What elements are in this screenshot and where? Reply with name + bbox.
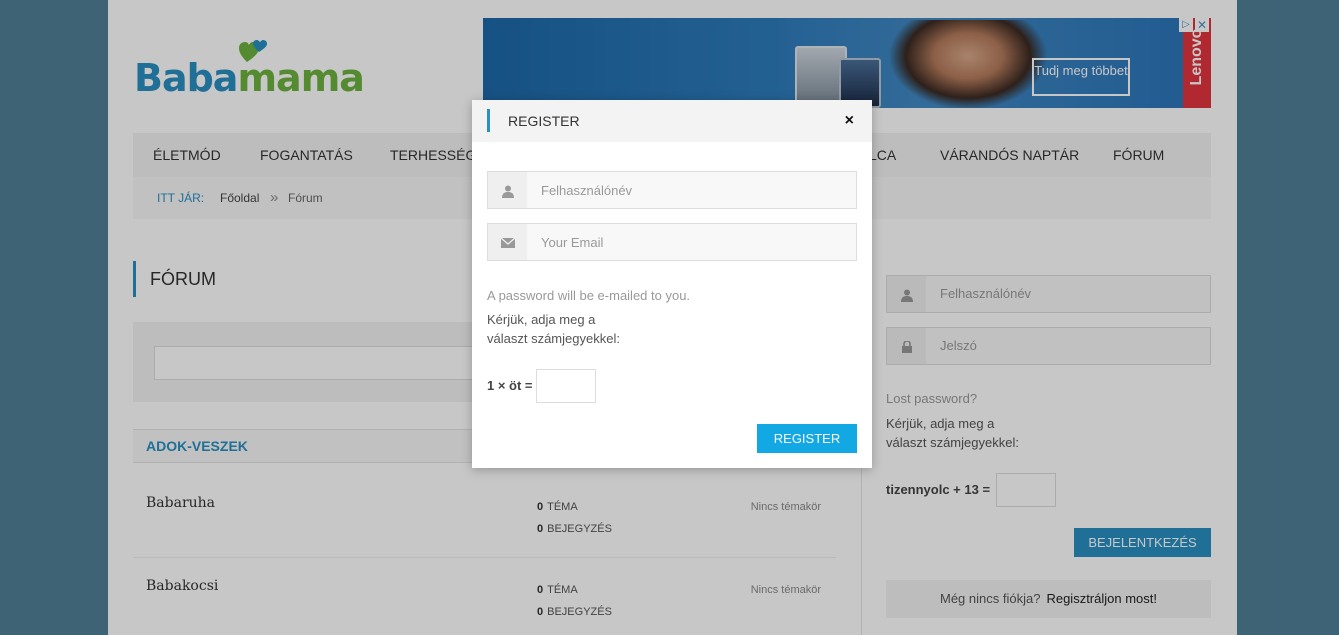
user-icon [488, 172, 527, 208]
register-modal: REGISTER × A password will be e-mailed t… [472, 100, 872, 468]
close-icon[interactable]: × [845, 100, 854, 142]
register-email-field [487, 223, 857, 261]
register-username-field [487, 171, 857, 209]
modal-title: REGISTER [508, 113, 580, 129]
password-info-text: A password will be e-mailed to you. [487, 288, 691, 303]
modal-captcha-help: Kérjük, adja meg a választ számjegyekkel… [487, 312, 620, 346]
modal-accent-bar [487, 109, 490, 132]
modal-captcha: 1 × öt = [487, 369, 596, 403]
modal-captcha-question: 1 × öt = [487, 378, 533, 393]
register-button[interactable]: REGISTER [757, 424, 857, 453]
modal-header: REGISTER × [472, 100, 872, 142]
register-username-input[interactable] [527, 172, 856, 208]
register-email-input[interactable] [527, 224, 856, 260]
modal-captcha-input[interactable] [536, 369, 596, 403]
envelope-icon [488, 224, 527, 260]
